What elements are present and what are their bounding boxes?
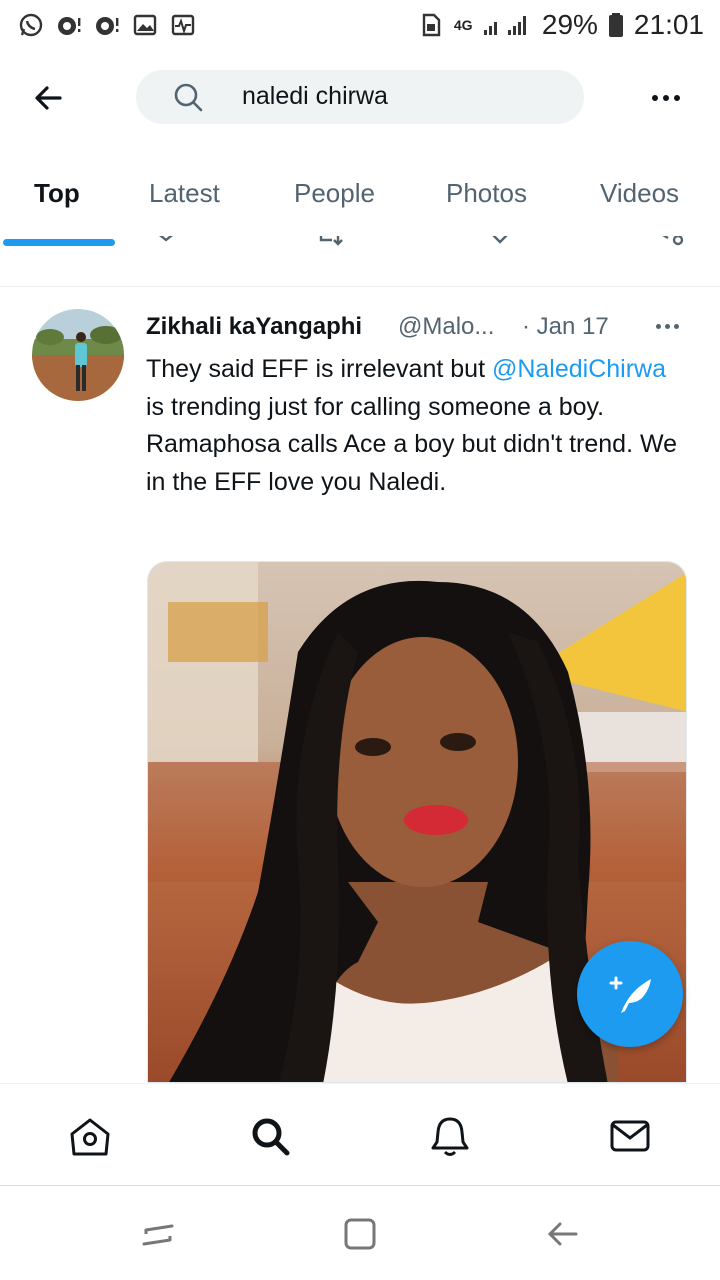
avatar[interactable]: [32, 309, 124, 401]
tab-people[interactable]: People: [294, 178, 375, 209]
notification-icon: [94, 12, 120, 38]
reply-icon[interactable]: [152, 236, 180, 246]
recents-button[interactable]: [138, 1214, 178, 1254]
search-query: naledi chirwa: [242, 82, 388, 110]
clock: 21:01: [633, 9, 704, 40]
tab-top[interactable]: Top: [34, 178, 80, 209]
search-icon: [252, 1118, 290, 1156]
home-button[interactable]: [340, 1214, 380, 1254]
more-dot: [656, 324, 661, 329]
tweet-mention[interactable]: @NalediChirwa: [492, 355, 666, 383]
tweet-header: Zikhali kaYangaphi @Malo... · Jan 17: [146, 313, 706, 343]
network-type: 4G: [453, 17, 473, 33]
tweet-more-button[interactable]: [656, 324, 686, 332]
recents-icon: [142, 1224, 174, 1246]
back-button[interactable]: [30, 80, 70, 116]
back-arrow-icon: [35, 86, 62, 110]
tweet-text-before: They said EFF is irrelevant but: [146, 355, 492, 383]
home-icon: [70, 1118, 110, 1156]
tweet-text-after: is trending just for calling someone a b…: [146, 392, 678, 496]
notifications-icon: [431, 1117, 469, 1156]
more-dot: [674, 324, 679, 329]
avatar-image: [32, 309, 124, 401]
sim-icon: [418, 12, 444, 38]
tweet-author[interactable]: Zikhali kaYangaphi: [146, 313, 362, 341]
tab-photos[interactable]: Photos: [446, 178, 527, 209]
tab-videos[interactable]: Videos: [600, 178, 679, 209]
notification-icon: [56, 12, 82, 38]
status-bar: 4G 29% 21:01: [0, 0, 720, 50]
tweet-divider: [0, 286, 720, 287]
search-input[interactable]: naledi chirwa: [136, 70, 584, 124]
tweet-handle[interactable]: @Malo...: [398, 313, 494, 341]
battery-icon: [608, 12, 624, 38]
more-dot: [665, 324, 670, 329]
back-nav-button[interactable]: [542, 1214, 582, 1254]
header: naledi chirwa: [0, 50, 720, 146]
nav-notifications[interactable]: [428, 1114, 472, 1158]
gallery-icon: [132, 12, 158, 38]
search-tabs: Top Latest People Photos Videos: [0, 150, 720, 248]
compose-tweet-button[interactable]: [577, 941, 683, 1047]
bottom-navigation: [0, 1083, 720, 1185]
search-icon: [174, 83, 203, 112]
nav-search[interactable]: [248, 1114, 292, 1158]
tab-latest[interactable]: Latest: [149, 178, 220, 209]
compose-feather-icon: [609, 976, 651, 1013]
tweet-date[interactable]: · Jan 17: [522, 313, 609, 341]
previous-tweet-actions: [0, 236, 720, 262]
back-icon: [547, 1222, 578, 1246]
battery-percent: 29%: [541, 9, 598, 40]
tweet-text: They said EFF is irrelevant but @NalediC…: [146, 351, 686, 501]
nav-messages[interactable]: [608, 1114, 652, 1158]
more-dot: [674, 95, 680, 101]
signal-icon: [482, 12, 532, 38]
messages-icon: [610, 1120, 650, 1152]
like-icon[interactable]: [486, 236, 514, 246]
whatsapp-icon: [18, 12, 44, 38]
retweet-icon[interactable]: [318, 236, 348, 246]
status-left: [18, 12, 196, 38]
more-dot: [663, 95, 669, 101]
activity-icon: [170, 12, 196, 38]
share-icon[interactable]: [654, 236, 688, 248]
more-dot: [652, 95, 658, 101]
system-navigation: [0, 1185, 720, 1280]
status-right: 4G 29% 21:01: [418, 9, 704, 41]
nav-home[interactable]: [68, 1114, 112, 1158]
home-square-icon: [344, 1218, 376, 1250]
more-options-button[interactable]: [646, 86, 686, 110]
